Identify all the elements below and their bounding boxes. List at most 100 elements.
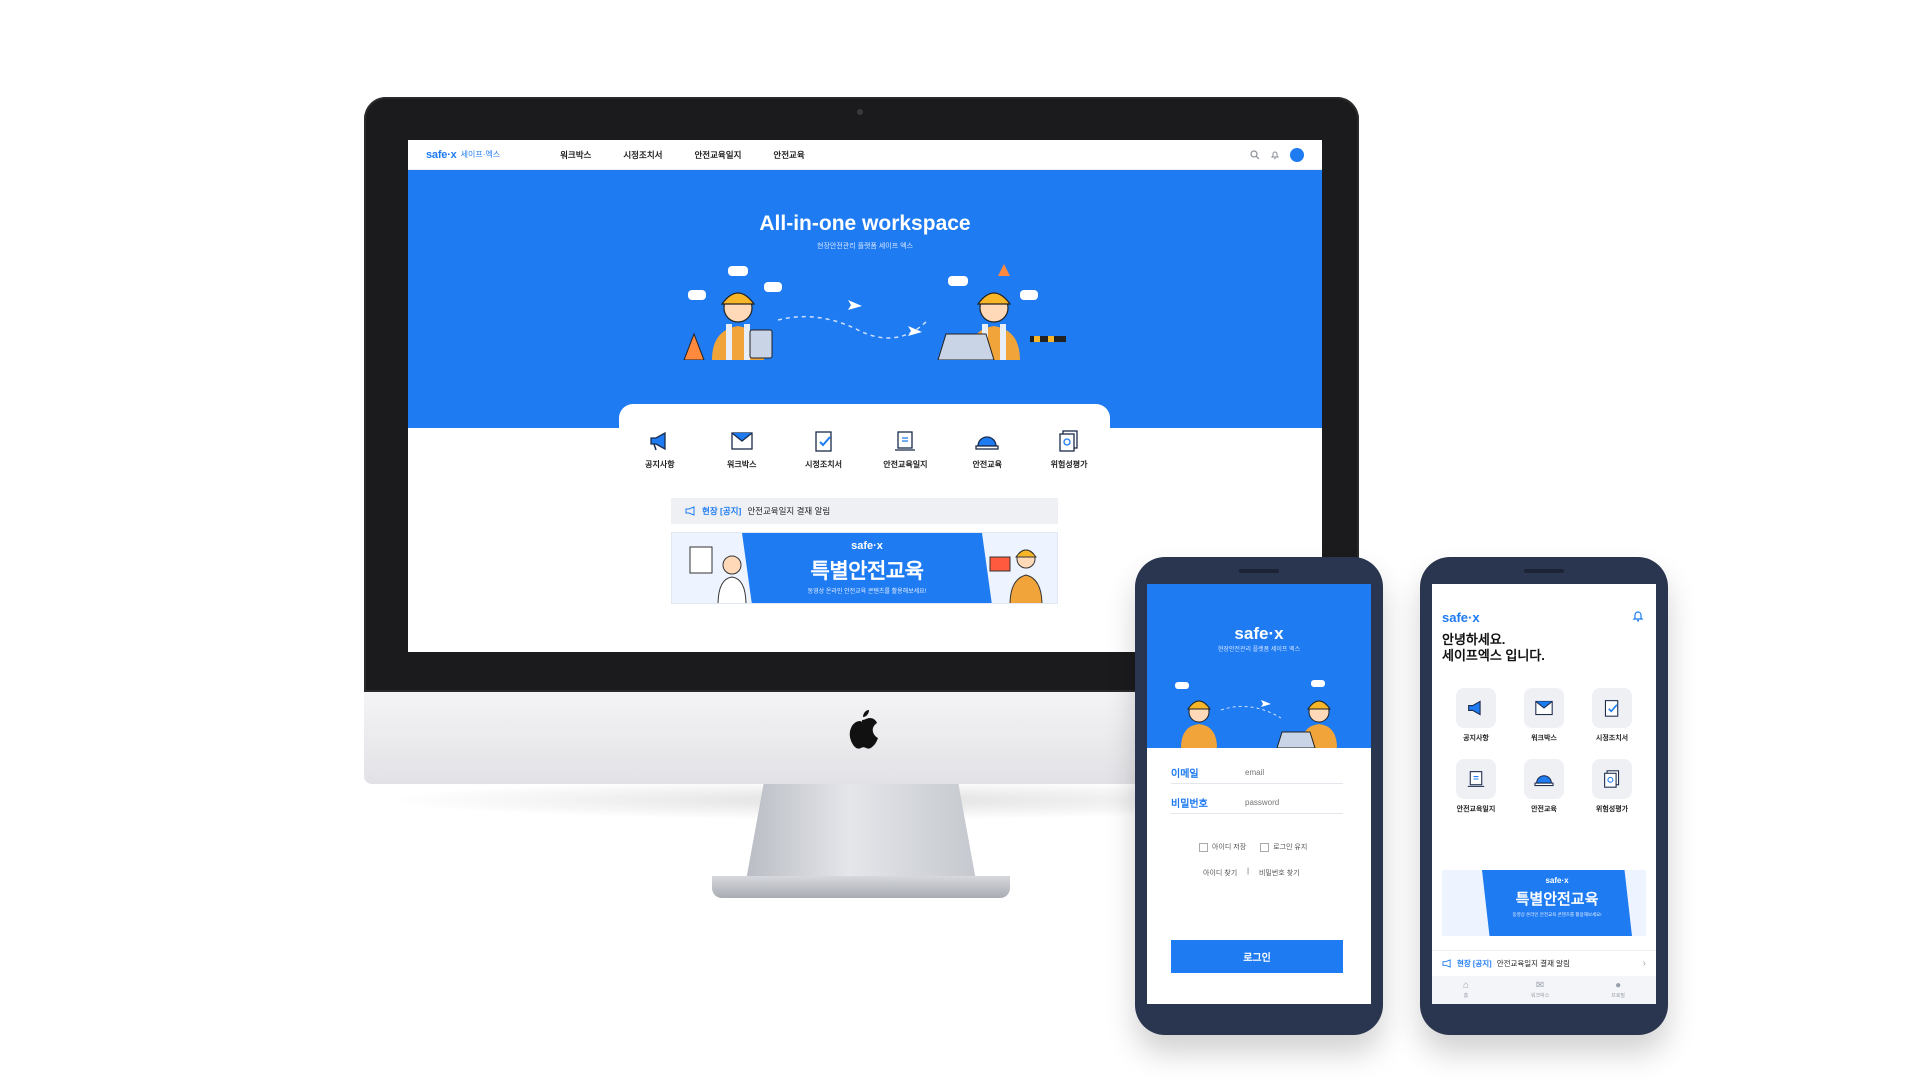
home-screen: safe·x 안녕하세요. 세이프엑스 입니다. 공지사항 워크박스 시정조치서… [1432,584,1656,1004]
tab-profile[interactable]: ● 프로필 [1611,980,1626,1000]
nav-item-workbox[interactable]: 워크박스 [560,149,591,161]
tab-label: 프로필 [1611,993,1626,999]
login-screen: safe·x 현장안전관리 플랫폼 세이프 엑스 이메일 email 비밀번호 … [1147,584,1371,1004]
brand-logo-sub: 세이프·엑스 [460,150,501,159]
menu-safety-journal[interactable]: 안전교육일지 [1442,759,1510,814]
menu-label: 워크박스 [1531,735,1557,742]
checkbox-box[interactable] [1260,842,1270,852]
imac-base [712,876,1010,898]
card-workbox[interactable]: 워크박스 [707,430,777,486]
quick-menu: 공지사항 워크박스 시정조치서 안전교육일지 안전교육 위험성평가 [619,404,1110,486]
promo-banner[interactable]: safe·x 특별안전교육 동영상 온라인 안전교육 콘텐츠를 활용해보세요! [1442,870,1646,936]
phone-speaker [1239,569,1279,573]
user-icon: ● [1615,980,1622,991]
hero-title: All-in-one workspace [759,212,971,235]
banner-panel: safe·x 특별안전교육 동영상 온라인 안전교육 콘텐츠를 활용해보세요! [742,533,992,603]
hero-section: All-in-one workspace 현장안전관리 플랫폼 세이프 엑스 공… [408,170,1322,486]
menu-label: 안전교육일지 [1456,806,1496,813]
email-input[interactable] [1245,768,1335,777]
phone-speaker [1524,569,1564,573]
card-safety-journal[interactable]: 안전교육일지 [870,430,940,486]
greeting-text: 안녕하세요. 세이프엑스 입니다. [1442,632,1545,663]
checkbox-box[interactable] [1199,842,1208,852]
notice-tag: 현장 [공지] [702,506,742,516]
camera-dot [857,109,863,115]
mail-icon [731,432,753,450]
email-label: 이메일 [1171,769,1199,780]
notice-text: 안전교육일지 결재 알림 [747,506,831,516]
banner-brand: safe·x [1545,876,1569,885]
menu-label: 시정조치서 [1595,735,1629,742]
notice-row[interactable]: 현장 [공지] 안전교육일지 결재 알림 › [1432,950,1656,976]
bottom-tab-bar: ⌂ 홈 ✉ 워크박스 ● 프로필 [1432,976,1656,1004]
card-notice[interactable]: 공지사항 [625,430,695,486]
imac-stand [745,784,977,886]
banner-title: 특별안전교육 [810,560,924,583]
password-label: 비밀번호 [1171,799,1208,810]
mail-icon: ✉ [1535,980,1545,991]
menu-workbox[interactable]: 워크박스 [1510,688,1578,743]
keep-login-checkbox[interactable]: 로그인 유지 [1260,842,1307,852]
notice-text: 안전교육일지 결재 알림 [1496,959,1570,968]
banner-subtitle: 동영상 온라인 안전교육 콘텐츠를 활용해보세요! [807,589,927,595]
search-icon[interactable] [1250,149,1260,160]
card-safety-education[interactable]: 안전교육 [952,430,1022,486]
megaphone-icon [685,506,695,516]
menu-icon-box [1456,688,1496,728]
megaphone-icon [650,431,666,451]
nav-item-corrective[interactable]: 시정조치서 [623,149,662,161]
menu-icon-box [1592,688,1632,728]
worker-laptop-illustration [989,549,1043,603]
find-password-link[interactable]: 비밀번호 찾기 [1259,868,1300,878]
mail-icon [1535,700,1553,716]
card-label: 공지사항 [645,460,675,469]
link-separator: | [1247,868,1249,875]
menu-risk-assessment[interactable]: 위험성평가 [1578,759,1646,814]
tab-home[interactable]: ⌂ 홈 [1462,980,1469,1000]
menu-notice[interactable]: 공지사항 [1442,688,1510,743]
menu-corrective[interactable]: 시정조치서 [1578,688,1646,743]
password-input[interactable] [1245,798,1335,807]
workers-illustration [683,264,1066,360]
journal-icon [895,431,916,451]
brand-logo[interactable]: safe·x [426,149,457,161]
home-icon: ⌂ [1462,980,1469,991]
nav-item-safety-journal[interactable]: 안전교육일지 [694,149,741,161]
email-field[interactable]: 이메일 [1171,762,1343,784]
keep-login-label: 로그인 유지 [1273,844,1308,851]
nav-item-safety-education[interactable]: 안전교육 [773,149,804,161]
card-risk-assessment[interactable]: 위험성평가 [1034,430,1104,486]
save-id-label: 아이디 저장 [1212,844,1247,851]
brand-logo: safe·x [1234,624,1284,643]
nav-menu: 워크박스 시정조치서 안전교육일지 안전교육 [560,149,805,161]
banner-panel: safe·x 특별안전교육 동영상 온라인 안전교육 콘텐츠를 활용해보세요! [1482,870,1632,936]
card-label: 안전교육일지 [883,460,928,469]
card-corrective[interactable]: 시정조치서 [789,430,859,486]
login-options: 아이디 저장 로그인 유지 [1199,842,1307,852]
bell-icon[interactable] [1270,150,1280,160]
tab-label: 홈 [1463,993,1469,999]
phone-login: safe·x 현장안전관리 플랫폼 세이프 엑스 이메일 email 비밀번호 … [1135,557,1383,1035]
login-button[interactable]: 로그인 [1171,940,1343,973]
bell-icon[interactable] [1632,610,1644,622]
menu-icon-box [1592,759,1632,799]
menu-label: 위험성평가 [1595,806,1629,813]
promo-banner[interactable]: safe·x 특별안전교육 동영상 온라인 안전교육 콘텐츠를 활용해보세요! [671,532,1058,604]
card-label: 워크박스 [727,460,757,469]
menu-safety-education[interactable]: 안전교육 [1510,759,1578,814]
card-label: 안전교육 [972,460,1002,469]
menu-icon-box [1524,688,1564,728]
notice-bar[interactable]: 현장 [공지] 안전교육일지 결재 알림 [671,498,1058,524]
password-field[interactable]: 비밀번호 [1171,792,1343,814]
find-links: 아이디 찾기 | 비밀번호 찾기 [1203,868,1300,878]
save-id-checkbox[interactable]: 아이디 저장 [1199,842,1246,852]
document-search-icon [1604,770,1620,788]
avatar[interactable] [1290,147,1304,162]
banner-brand: safe·x [851,540,883,552]
tab-workbox[interactable]: ✉ 워크박스 [1531,980,1549,1000]
find-id-link[interactable]: 아이디 찾기 [1203,868,1237,878]
document-search-icon [1059,430,1078,452]
checklist-icon [1604,700,1619,717]
phone-home: safe·x 안녕하세요. 세이프엑스 입니다. 공지사항 워크박스 시정조치서… [1420,557,1668,1035]
megaphone-icon [1442,959,1451,968]
